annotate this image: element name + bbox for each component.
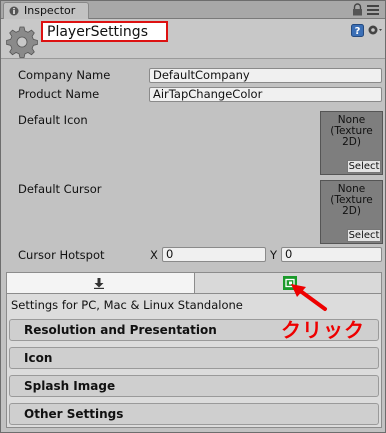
product-name-field[interactable]: AirTapChangeColor (149, 87, 382, 102)
section-other-label: Other Settings (24, 407, 124, 421)
svg-text:?: ? (355, 26, 361, 37)
download-icon (94, 278, 104, 289)
default-cursor-value: None (Texture 2D) (330, 183, 373, 217)
default-cursor-field[interactable]: None (Texture 2D) Select (320, 180, 383, 244)
menu-icon[interactable] (367, 4, 379, 15)
section-icon[interactable]: Icon (9, 347, 379, 369)
company-name-field[interactable]: DefaultCompany (149, 68, 382, 83)
tab-standalone[interactable] (7, 273, 194, 293)
hotspot-x-field[interactable]: 0 (162, 247, 266, 262)
settings-gear-icon[interactable] (367, 23, 383, 37)
object-title-field[interactable]: PlayerSettings (41, 21, 168, 42)
gear-icon (6, 26, 38, 58)
section-resolution-label: Resolution and Presentation (24, 323, 217, 337)
company-name-label: Company Name (18, 68, 111, 82)
tab-windows-store[interactable] (195, 273, 381, 293)
default-icon-label: Default Icon (18, 113, 88, 127)
cursor-hotspot-label: Cursor Hotspot (18, 248, 105, 262)
lock-icon[interactable] (352, 3, 363, 16)
tab-inspector[interactable]: Inspector (3, 2, 89, 19)
tab-strip: Inspector (1, 1, 385, 19)
info-icon (9, 6, 19, 16)
settings-for-label: Settings for PC, Mac & Linux Standalone (11, 298, 243, 312)
section-icon-label: Icon (24, 351, 53, 365)
hotspot-y-field[interactable]: 0 (281, 247, 382, 262)
hotspot-y-label: Y (270, 248, 278, 262)
inspector-window: Inspector PlayerSettings ? Company Name … (0, 0, 386, 433)
product-name-label: Product Name (18, 87, 100, 101)
default-cursor-label: Default Cursor (18, 182, 102, 196)
hotspot-x-label: X (150, 248, 158, 262)
section-splash-image[interactable]: Splash Image (9, 375, 379, 397)
annotation-arrow-icon (291, 284, 327, 311)
default-icon-select-button[interactable]: Select (347, 160, 381, 173)
inspector-header: PlayerSettings ? (1, 19, 385, 59)
default-icon-field[interactable]: None (Texture 2D) Select (320, 111, 383, 175)
section-other-settings[interactable]: Other Settings (9, 403, 379, 425)
tab-label: Inspector (24, 4, 76, 17)
object-title: PlayerSettings (47, 24, 148, 40)
click-annotation: クリック (281, 318, 365, 342)
help-icon[interactable]: ? (351, 24, 364, 37)
section-splash-label: Splash Image (24, 379, 116, 393)
default-icon-value: None (Texture 2D) (330, 114, 373, 148)
default-cursor-select-button[interactable]: Select (347, 229, 381, 242)
